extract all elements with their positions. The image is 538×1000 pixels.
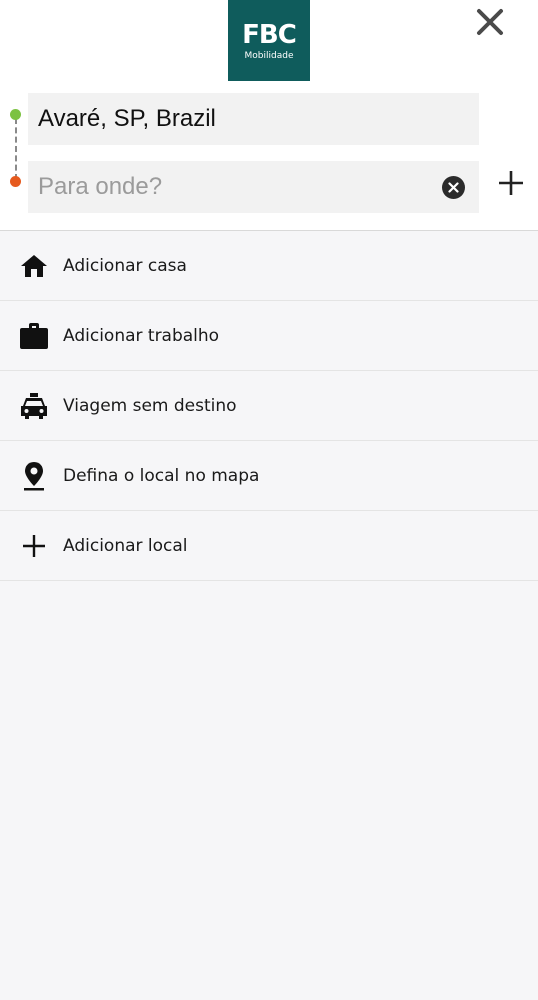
list-item-label: Adicionar casa — [63, 256, 187, 276]
list-item-add-work[interactable]: Adicionar trabalho — [0, 301, 538, 371]
destination-field[interactable] — [28, 161, 479, 213]
list-item-label: Defina o local no mapa — [63, 466, 260, 486]
home-icon — [18, 252, 50, 280]
route-connector — [15, 118, 17, 180]
origin-field[interactable]: Avaré, SP, Brazil — [28, 93, 479, 145]
brand-logo-subtitle: Mobilidade — [244, 51, 294, 61]
shortcut-list: Adicionar casa Adicionar trabalho Viagem… — [0, 231, 538, 581]
list-item-set-on-map[interactable]: Defina o local no mapa — [0, 441, 538, 511]
brand-logo-mark: FBC — [242, 20, 297, 50]
map-pin-icon — [18, 462, 50, 491]
origin-value: Avaré, SP, Brazil — [38, 105, 216, 132]
destination-dot — [10, 176, 21, 187]
list-item-label: Adicionar local — [63, 536, 188, 556]
origin-dot — [10, 109, 21, 120]
briefcase-icon — [18, 322, 50, 350]
destination-input[interactable] — [38, 161, 433, 213]
brand-logo: FBC Mobilidade — [228, 0, 310, 81]
taxi-icon — [18, 392, 50, 420]
clear-destination-button[interactable] — [442, 176, 465, 199]
plus-icon — [18, 532, 50, 560]
list-item-label: Adicionar trabalho — [63, 326, 220, 346]
close-button[interactable] — [470, 2, 510, 42]
list-item-add-place[interactable]: Adicionar local — [0, 511, 538, 581]
list-item-add-home[interactable]: Adicionar casa — [0, 231, 538, 301]
list-item-label: Viagem sem destino — [63, 396, 237, 416]
plus-icon — [499, 171, 523, 195]
close-icon — [477, 9, 503, 35]
list-item-trip-without-destination[interactable]: Viagem sem destino — [0, 371, 538, 441]
search-header: FBC Mobilidade Avaré, SP, Brazil — [0, 0, 538, 231]
add-stop-button[interactable] — [492, 164, 530, 202]
clear-icon — [448, 182, 459, 193]
